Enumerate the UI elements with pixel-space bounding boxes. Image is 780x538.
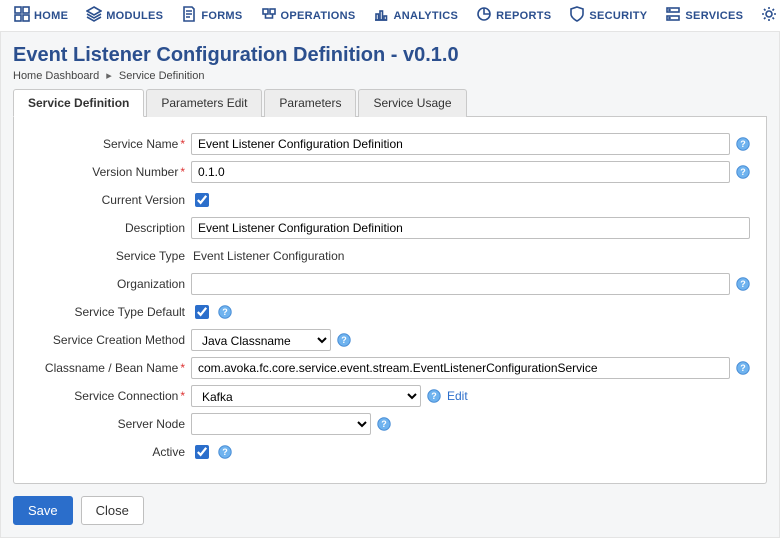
page-title: Event Listener Configuration Definition …	[13, 44, 767, 67]
tab-service-usage[interactable]: Service Usage	[358, 89, 466, 117]
service-creation-method-select[interactable]: Java Classname	[191, 329, 331, 351]
help-icon[interactable]	[218, 445, 232, 459]
service-type-default-checkbox[interactable]	[195, 305, 209, 319]
label-service-type-default: Service Type Default	[74, 305, 185, 319]
breadcrumb: Home Dashboard ▸ Service Definition	[13, 69, 767, 82]
nav-analytics[interactable]: ANALYTICS	[373, 6, 458, 25]
nav-label: FORMS	[201, 10, 242, 22]
label-active: Active	[152, 445, 185, 459]
nav-label: SERVICES	[685, 10, 743, 22]
top-nav: HOME MODULES FORMS OPERATIONS ANALYTICS …	[0, 0, 780, 32]
organization-input[interactable]	[191, 273, 730, 295]
help-icon[interactable]	[736, 165, 750, 179]
nav-forms[interactable]: FORMS	[181, 6, 242, 25]
nav-operations[interactable]: OPERATIONS	[261, 6, 356, 25]
version-number-input[interactable]	[191, 161, 730, 183]
service-type-value: Event Listener Configuration	[191, 249, 344, 263]
close-button[interactable]: Close	[81, 496, 144, 525]
nav-label: HOME	[34, 10, 68, 22]
nav-system[interactable]: SYSTEM	[761, 6, 780, 25]
operations-icon	[261, 6, 277, 25]
label-service-creation-method: Service Creation Method	[53, 333, 185, 347]
edit-link[interactable]: Edit	[447, 389, 468, 403]
required-star: *	[180, 165, 185, 179]
tab-parameters[interactable]: Parameters	[264, 89, 356, 117]
nav-security[interactable]: SECURITY	[569, 6, 647, 25]
form-panel: Service Name* Version Number* Current Ve…	[13, 117, 767, 484]
required-star: *	[180, 361, 185, 375]
current-version-checkbox[interactable]	[195, 193, 209, 207]
server-node-select[interactable]	[191, 413, 371, 435]
breadcrumb-home[interactable]: Home Dashboard	[13, 70, 99, 82]
help-icon[interactable]	[736, 361, 750, 375]
breadcrumb-separator: ▸	[106, 70, 112, 82]
security-icon	[569, 6, 585, 25]
forms-icon	[181, 6, 197, 25]
help-icon[interactable]	[218, 305, 232, 319]
help-icon[interactable]	[736, 137, 750, 151]
help-icon[interactable]	[427, 389, 441, 403]
nav-label: MODULES	[106, 10, 163, 22]
active-checkbox[interactable]	[195, 445, 209, 459]
nav-label: REPORTS	[496, 10, 551, 22]
label-service-type: Service Type	[116, 249, 185, 263]
system-icon	[761, 6, 777, 25]
label-description: Description	[125, 221, 185, 235]
label-organization: Organization	[117, 277, 185, 291]
nav-services[interactable]: SERVICES	[665, 6, 743, 25]
analytics-icon	[373, 6, 389, 25]
tab-parameters-edit[interactable]: Parameters Edit	[146, 89, 262, 117]
help-icon[interactable]	[377, 417, 391, 431]
breadcrumb-current[interactable]: Service Definition	[119, 70, 205, 82]
label-version-number: Version Number	[92, 165, 178, 179]
help-icon[interactable]	[736, 277, 750, 291]
label-current-version: Current Version	[102, 193, 185, 207]
page-body: Event Listener Configuration Definition …	[0, 32, 780, 538]
tab-service-definition[interactable]: Service Definition	[13, 89, 144, 117]
classname-input[interactable]	[191, 357, 730, 379]
nav-label: SECURITY	[589, 10, 647, 22]
reports-icon	[476, 6, 492, 25]
nav-label: ANALYTICS	[393, 10, 458, 22]
tab-bar: Service Definition Parameters Edit Param…	[13, 88, 767, 117]
modules-icon	[86, 6, 102, 25]
required-star: *	[180, 389, 185, 403]
description-input[interactable]	[191, 217, 750, 239]
save-button[interactable]: Save	[13, 496, 73, 525]
nav-home[interactable]: HOME	[14, 6, 68, 25]
required-star: *	[180, 137, 185, 151]
button-bar: Save Close	[13, 496, 767, 525]
service-connection-select[interactable]: Kafka	[191, 385, 421, 407]
help-icon[interactable]	[337, 333, 351, 347]
nav-label: OPERATIONS	[281, 10, 356, 22]
service-name-input[interactable]	[191, 133, 730, 155]
label-classname: Classname / Bean Name	[45, 361, 178, 375]
nav-reports[interactable]: REPORTS	[476, 6, 551, 25]
home-icon	[14, 6, 30, 25]
label-server-node: Server Node	[118, 417, 185, 431]
label-service-connection: Service Connection	[74, 389, 178, 403]
nav-modules[interactable]: MODULES	[86, 6, 163, 25]
services-icon	[665, 6, 681, 25]
label-service-name: Service Name	[103, 137, 178, 151]
